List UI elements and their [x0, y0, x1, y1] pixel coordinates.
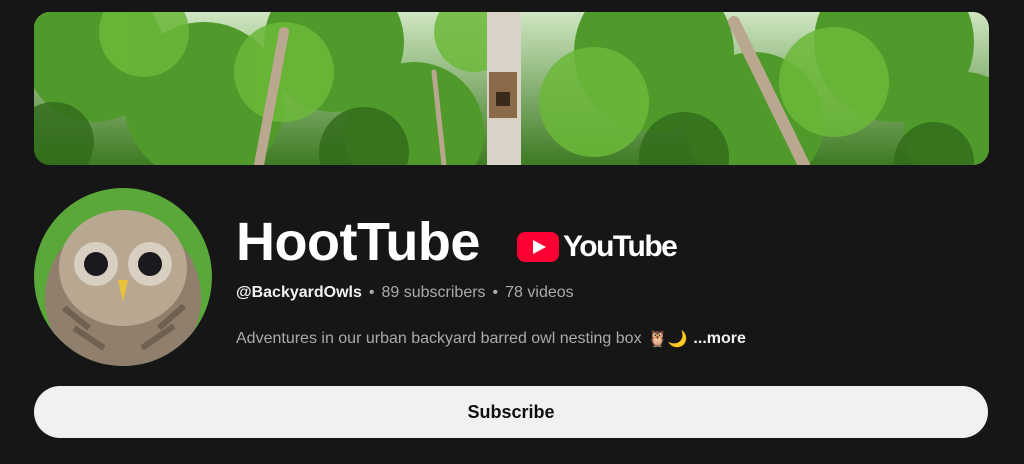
channel-description[interactable]: Adventures in our urban backyard barred … — [236, 329, 746, 349]
play-icon — [517, 232, 559, 262]
owl-moon-emoji: 🦉🌙 — [647, 331, 688, 348]
video-count: 78 videos — [505, 284, 574, 301]
youtube-logo[interactable]: YouTube — [517, 230, 678, 264]
description-text: Adventures in our urban backyard barred … — [236, 330, 642, 347]
channel-avatar[interactable] — [34, 188, 212, 366]
subscriber-count: 89 subscribers — [381, 284, 486, 301]
more-link[interactable]: ...more — [693, 330, 745, 348]
channel-title: HootTube — [236, 212, 480, 272]
youtube-wordmark: YouTube — [563, 230, 678, 263]
separator-dot: • — [368, 284, 375, 301]
banner-image — [34, 12, 989, 165]
owl-avatar-image — [34, 188, 212, 366]
channel-banner — [34, 12, 989, 165]
separator-dot: • — [492, 284, 499, 301]
channel-handle: @BackyardOwls — [236, 284, 362, 301]
subscribe-button[interactable]: Subscribe — [34, 386, 988, 438]
channel-meta: @BackyardOwls • 89 subscribers • 78 vide… — [236, 284, 574, 302]
